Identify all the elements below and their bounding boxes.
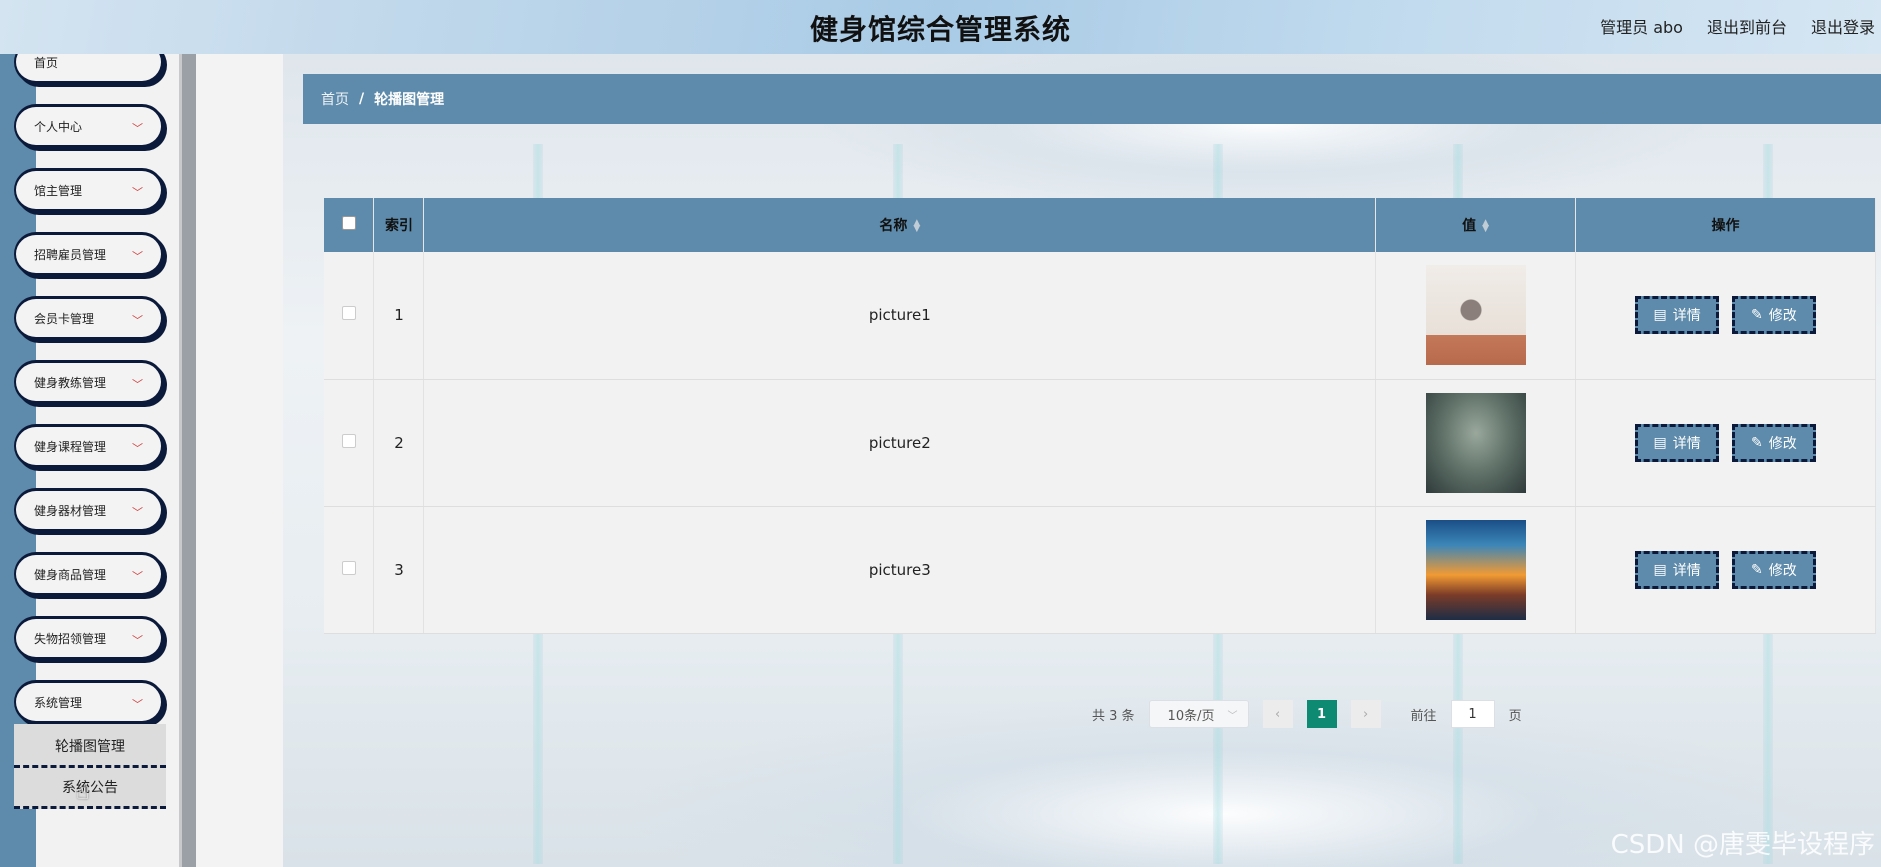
- table-row: 2 picture2 ▤ 详情 ✎ 修改: [324, 379, 1876, 507]
- column-name[interactable]: 名称 ▲ ▼: [423, 198, 1377, 252]
- edit-icon: ✎: [1751, 307, 1763, 324]
- app-title: 健身馆综合管理系统: [809, 13, 1071, 46]
- document-icon: ▤: [1653, 434, 1667, 451]
- select-all-checkbox[interactable]: [341, 216, 356, 230]
- edit-button[interactable]: ✎ 修改: [1731, 550, 1816, 589]
- page-number-current[interactable]: 1: [1306, 700, 1337, 728]
- hand-cursor-icon: ☝: [76, 780, 90, 805]
- sidebar-item-coach[interactable]: 健身教练管理 ﹀: [14, 360, 164, 404]
- row-image: [1425, 265, 1526, 366]
- edit-icon: ✎: [1751, 434, 1763, 451]
- next-page-button[interactable]: ›: [1350, 700, 1381, 728]
- chevron-up-icon: ﹀: [132, 698, 143, 711]
- chevron-left-icon: ‹: [1274, 706, 1281, 722]
- chevron-down-icon: ﹀: [132, 570, 143, 583]
- current-user: 管理员 abo: [1600, 18, 1683, 37]
- sort-icon[interactable]: ▲ ▼: [913, 219, 920, 234]
- select-all-cell: [324, 198, 375, 252]
- edit-button[interactable]: ✎ 修改: [1731, 423, 1816, 462]
- total-count: 共 3 条: [1092, 708, 1135, 724]
- row-index: 1: [373, 252, 425, 380]
- header-links: 管理员 abo 退出到前台 退出登录: [1600, 14, 1875, 38]
- table-row: 1 picture1 ▤ 详情 ✎ 修改: [324, 252, 1876, 380]
- detail-button[interactable]: ▤ 详情: [1635, 423, 1720, 462]
- breadcrumb: 首页 / 轮播图管理: [303, 74, 1881, 124]
- main-content: 首页 / 轮播图管理 索引 名称 ▲ ▼ 值 ▲ ▼ 操作 1 picture1 ▤: [196, 54, 1881, 867]
- row-name: picture1: [423, 252, 1377, 380]
- sidebar-item-membership[interactable]: 会员卡管理 ﹀: [14, 296, 164, 340]
- breadcrumb-current: 轮播图管理: [374, 92, 445, 108]
- chevron-right-icon: ›: [1362, 706, 1369, 722]
- chevron-down-icon: ﹀: [132, 186, 143, 199]
- detail-button[interactable]: ▤ 详情: [1635, 550, 1720, 589]
- sidebar-item-course[interactable]: 健身课程管理 ﹀: [14, 424, 164, 468]
- sidebar-subitem-carousel[interactable]: 轮播图管理: [14, 724, 166, 768]
- top-bar: 健身馆综合管理系统 管理员 abo 退出到前台 退出登录: [0, 0, 1881, 54]
- goto-suffix: 页: [1508, 708, 1522, 724]
- sidebar-item-lost-found[interactable]: 失物招领管理 ﹀: [14, 616, 164, 660]
- sidebar-item-equipment[interactable]: 健身器材管理 ﹀: [14, 488, 164, 532]
- sort-icon[interactable]: ▲ ▼: [1482, 219, 1489, 234]
- chevron-down-icon: ﹀: [132, 442, 143, 455]
- row-image: [1425, 392, 1526, 493]
- column-index: 索引: [373, 198, 425, 252]
- row-checkbox[interactable]: [341, 306, 356, 321]
- chevron-down-icon: ﹀: [132, 634, 143, 647]
- page-size-select[interactable]: 10条/页 ﹀: [1148, 700, 1249, 728]
- sidebar-item-employee[interactable]: 招聘雇员管理 ﹀: [14, 232, 164, 276]
- row-image: [1425, 519, 1526, 620]
- carousel-table: 索引 名称 ▲ ▼ 值 ▲ ▼ 操作 1 picture1 ▤ 详情 ✎ 修改 2 pict…: [324, 198, 1876, 634]
- column-value[interactable]: 值 ▲ ▼: [1375, 198, 1577, 252]
- chevron-down-icon: ﹀: [132, 250, 143, 263]
- watermark: CSDN @唐雯毕设程序: [1610, 830, 1875, 860]
- to-front-link[interactable]: 退出到前台: [1707, 14, 1787, 38]
- sidebar-item-goods[interactable]: 健身商品管理 ﹀: [14, 552, 164, 596]
- prev-page-button[interactable]: ‹: [1262, 700, 1293, 728]
- row-checkbox[interactable]: [341, 433, 356, 448]
- edit-button[interactable]: ✎ 修改: [1731, 296, 1816, 335]
- detail-button[interactable]: ▤ 详情: [1635, 296, 1720, 335]
- chevron-down-icon: ﹀: [132, 378, 143, 391]
- sidebar-subitem-notice[interactable]: 系统公告: [14, 765, 166, 809]
- chevron-down-icon: ﹀: [132, 314, 143, 327]
- breadcrumb-separator: /: [359, 91, 365, 107]
- sidebar-item-system[interactable]: 系统管理 ﹀: [14, 680, 164, 724]
- goto-prefix: 前往: [1410, 708, 1437, 724]
- sidebar: 首页 个人中心 ﹀ 馆主管理 ﹀ 招聘雇员管理 ﹀ 会员卡管理 ﹀ 健身教练管理 ﹀ 健身…: [0, 40, 196, 867]
- document-icon: ▤: [1653, 561, 1667, 578]
- row-name: picture2: [423, 379, 1377, 507]
- chevron-down-icon: ﹀: [132, 122, 143, 135]
- edit-icon: ✎: [1751, 561, 1763, 578]
- table-header: 索引 名称 ▲ ▼ 值 ▲ ▼ 操作: [324, 198, 1876, 252]
- logout-link[interactable]: 退出登录: [1811, 14, 1875, 38]
- chevron-down-icon: ﹀: [1227, 710, 1238, 722]
- row-name: picture3: [423, 506, 1377, 634]
- row-index: 3: [373, 506, 425, 634]
- column-actions: 操作: [1575, 198, 1876, 252]
- row-checkbox[interactable]: [341, 560, 356, 575]
- row-index: 2: [373, 379, 425, 507]
- document-icon: ▤: [1653, 307, 1667, 324]
- table-row: 3 picture3 ▤ 详情 ✎ 修改: [324, 506, 1876, 634]
- pagination: 共 3 条 10条/页 ﹀ ‹ 1 › 前往 1 页: [1092, 700, 1522, 728]
- sidebar-item-profile[interactable]: 个人中心 ﹀: [14, 104, 164, 148]
- goto-page-input[interactable]: 1: [1450, 700, 1495, 728]
- chevron-down-icon: ﹀: [132, 506, 143, 519]
- breadcrumb-home[interactable]: 首页: [321, 89, 349, 109]
- sidebar-item-owner[interactable]: 馆主管理 ﹀: [14, 168, 164, 212]
